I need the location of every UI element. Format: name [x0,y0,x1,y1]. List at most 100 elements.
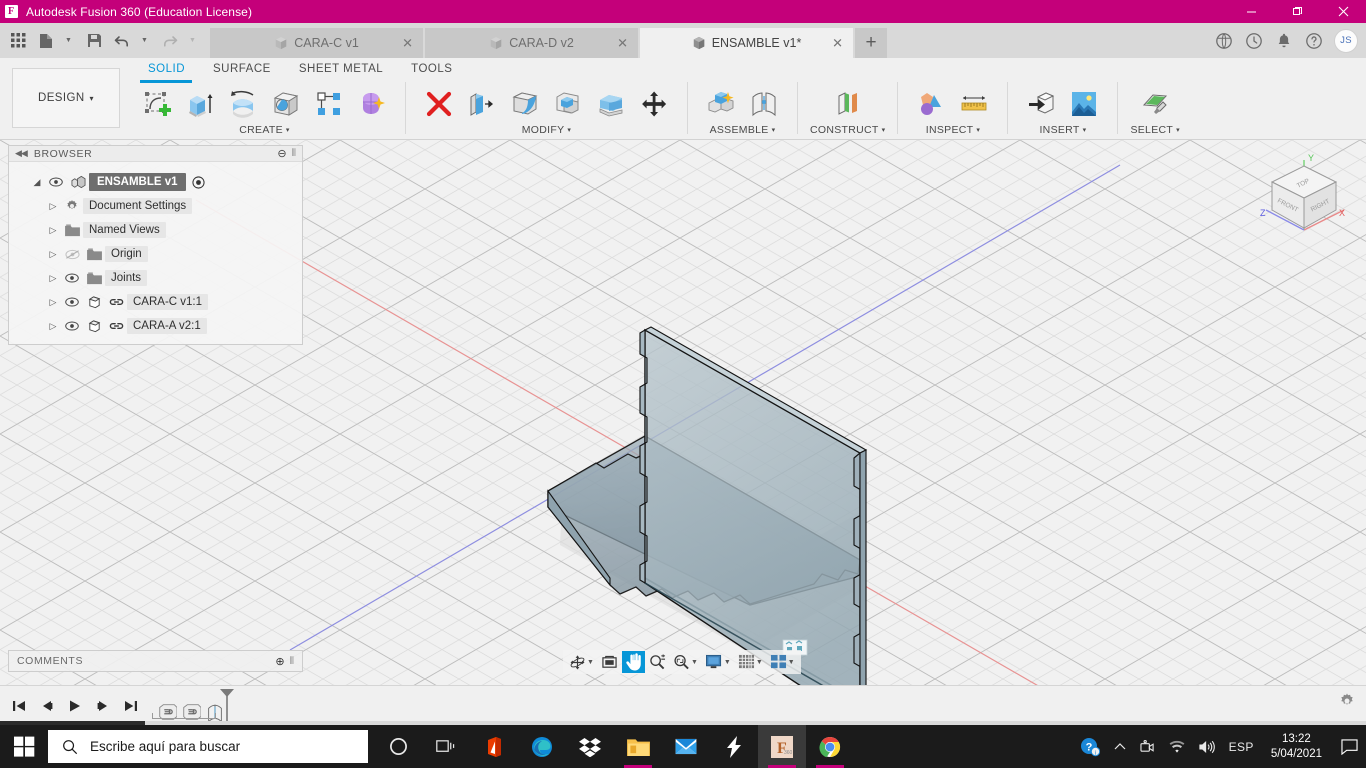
interference-button[interactable] [910,83,952,125]
tree-node-document-settings[interactable]: ▷ Document Settings [9,194,302,218]
ribbon-group-label-insert[interactable]: INSERT ▾ [1039,124,1086,136]
ribbon-group-label-assemble[interactable]: ASSEMBLE ▾ [710,124,776,136]
tree-node-cara-a[interactable]: ▷ CARA-A v2:1 [9,314,302,338]
joint-button[interactable] [743,83,785,125]
close-button[interactable] [1320,0,1366,23]
cortana-icon[interactable] [374,725,422,768]
save-icon[interactable] [80,26,108,56]
timeline-feature-joint-1[interactable] [156,701,178,723]
step-forward-button[interactable] [90,692,116,720]
tab-sheet-metal[interactable]: SHEET METAL [285,60,397,78]
go-to-end-button[interactable] [118,692,144,720]
extrude-button[interactable] [179,83,221,125]
fusion360-icon[interactable]: F 360 [758,725,806,768]
combine-button[interactable] [547,83,589,125]
undo-chevron-down-icon[interactable]: ▼ [136,26,156,56]
view-cube[interactable]: Y X Z TOP FRONT RIGHT [1256,148,1352,240]
job-status-icon[interactable] [1210,27,1238,55]
undo-icon[interactable] [108,26,136,56]
tree-node-origin[interactable]: ▷ Origin [9,242,302,266]
volume-icon[interactable] [1192,725,1222,768]
start-button[interactable] [0,725,48,768]
help-circle-icon[interactable]: ? i [1073,725,1107,768]
active-component-icon[interactable] [190,175,208,189]
sketchup-icon[interactable] [710,725,758,768]
tree-node-named-views[interactable]: ▷ Named Views [9,218,302,242]
insert-derive-button[interactable] [1020,83,1062,125]
redo-chevron-down-icon[interactable]: ▼ [184,26,204,56]
ribbon-group-label-construct[interactable]: CONSTRUCT ▾ [810,124,885,136]
expand-arrow-icon[interactable]: ◢ [29,177,45,188]
document-tab-close-icon[interactable]: ✕ [832,37,843,50]
visibility-eye-icon[interactable] [45,177,67,187]
maximize-button[interactable] [1274,0,1320,23]
timeline-settings-gear-icon[interactable] [1338,692,1356,713]
new-component-button[interactable] [700,83,742,125]
chevron-down-icon[interactable]: ▼ [756,659,763,666]
app-grid-icon[interactable] [4,26,32,56]
move-copy-button[interactable] [633,83,675,125]
chevron-down-icon[interactable]: ▼ [691,659,698,666]
ribbon-group-label-modify[interactable]: MODIFY ▾ [522,124,571,136]
user-avatar[interactable]: JS [1334,28,1358,53]
tab-surface[interactable]: SURFACE [199,60,285,78]
expand-arrow-icon[interactable]: ▷ [45,225,61,236]
split-face-button[interactable] [590,83,632,125]
tree-node-cara-c[interactable]: ▷ CARA-C v1:1 [9,290,302,314]
chevron-down-icon[interactable]: ▼ [587,659,594,666]
add-comment-icon[interactable]: ⊕ [275,655,284,668]
search-box[interactable]: Escribe aquí para buscar [48,730,368,763]
file-menu-icon[interactable] [32,26,60,56]
tree-node-joints[interactable]: ▷ Joints [9,266,302,290]
document-tab-ensamble[interactable]: ENSAMBLE v1* ✕ [640,28,853,58]
pan-button[interactable] [621,651,645,673]
new-tab-button[interactable]: + [855,28,887,58]
shell-button[interactable] [504,83,546,125]
expand-arrow-icon[interactable]: ▷ [45,297,61,308]
revolve-button[interactable] [222,83,264,125]
mail-icon[interactable] [662,725,710,768]
grid-snaps-button[interactable]: ▼ [735,651,766,673]
press-pull-button[interactable] [418,83,460,125]
help-icon[interactable] [1300,27,1328,55]
file-menu-chevron-down-icon[interactable]: ▼ [60,26,80,56]
hole-button[interactable] [265,83,307,125]
chevron-down-icon[interactable]: ▼ [724,659,731,666]
tab-tools[interactable]: TOOLS [397,60,466,78]
minimize-panel-icon[interactable]: ⊖ [277,147,286,160]
clock[interactable]: 13:22 5/04/2021 [1261,725,1332,768]
recent-icon[interactable] [1240,27,1268,55]
visibility-eye-icon[interactable] [61,297,83,307]
fillet-button[interactable] [461,83,503,125]
offset-plane-button[interactable] [827,83,869,125]
resize-grip-icon[interactable]: ⦀ [290,656,294,667]
expand-arrow-icon[interactable]: ▷ [45,321,61,332]
tab-solid[interactable]: SOLID [134,60,199,78]
expand-arrow-icon[interactable]: ▷ [45,273,61,284]
show-hidden-icons-chevron-up-icon[interactable] [1107,725,1133,768]
create-sketch-button[interactable] [136,83,178,125]
dropbox-icon[interactable] [566,725,614,768]
notifications-icon[interactable] [1270,27,1298,55]
step-back-button[interactable] [34,692,60,720]
ribbon-group-label-inspect[interactable]: INSPECT ▾ [926,124,980,136]
rectangular-pattern-button[interactable] [308,83,350,125]
comments-panel[interactable]: COMMENTS ⊕ ⦀ [8,650,303,672]
office-icon[interactable] [470,725,518,768]
document-tab-close-icon[interactable]: ✕ [617,37,628,50]
chrome-icon[interactable] [806,725,854,768]
ribbon-group-label-select[interactable]: SELECT ▾ [1130,124,1179,136]
wifi-icon[interactable] [1162,725,1192,768]
chevron-down-icon[interactable]: ▼ [788,659,795,666]
form-button[interactable] [351,83,393,125]
select-button[interactable] [1134,83,1176,125]
measure-button[interactable] [953,83,995,125]
timeline-feature-joint-2[interactable] [180,701,202,723]
orbit-button[interactable]: ▼ [566,651,597,673]
expand-arrow-icon[interactable]: ▷ [45,201,61,212]
fit-button[interactable]: ▼ [670,651,701,673]
canvas-image-button[interactable] [1063,83,1105,125]
file-explorer-icon[interactable] [614,725,662,768]
workspace-switcher[interactable]: DESIGN ▾ [12,68,120,128]
visibility-eye-off-icon[interactable] [61,249,83,260]
